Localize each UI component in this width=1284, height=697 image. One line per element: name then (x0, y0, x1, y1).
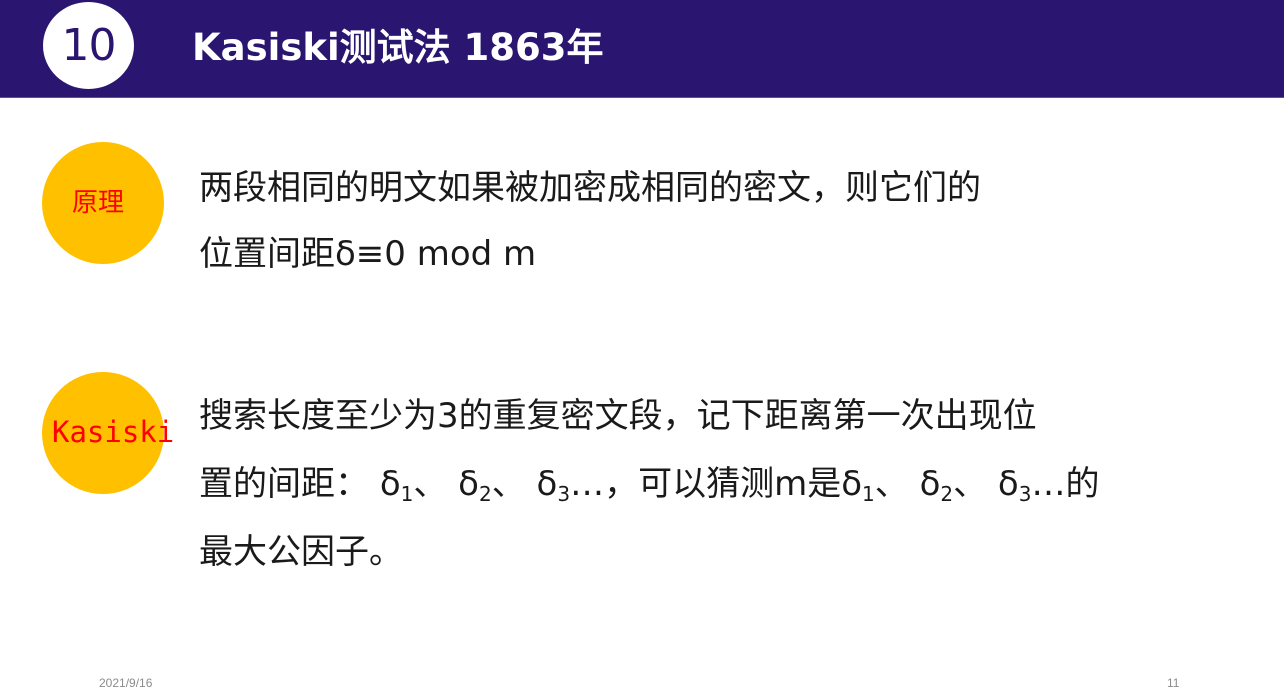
principle-text: 两段相同的明文如果被加密成相同的密文，则它们的 位置间距δ≡0 mod m (199, 155, 981, 287)
list-separator: 、 (874, 464, 909, 504)
delta-subscript-3: 3 (557, 482, 571, 506)
delta-symbol: δ (919, 464, 941, 504)
delta-subscript-3: 3 (1018, 482, 1032, 506)
delta-subscript-1: 1 (400, 482, 414, 506)
kasiski-line-2: 置的间距： δ1、 δ2、 δ3…，可以猜测m是δ1、 δ2、 δ3…的 (199, 450, 1099, 518)
kasiski-line-1: 搜索长度至少为3的重复密文段，记下距离第一次出现位 (199, 396, 1037, 436)
delta-symbol: δ (536, 464, 558, 504)
slide-number-badge: 10 (41, 0, 136, 91)
footer-page-number: 11 (1167, 676, 1180, 690)
delta-symbol: δ (841, 464, 863, 504)
principle-badge-label: 原理 (72, 188, 125, 218)
principle-line-1: 两段相同的明文如果被加密成相同的密文，则它们的 (199, 168, 981, 208)
delta-subscript-1: 1 (862, 482, 875, 506)
list-separator: 、 (953, 464, 988, 504)
kasiski-text: 搜索长度至少为3的重复密文段，记下距离第一次出现位 置的间距： δ1、 δ2、 … (199, 382, 1099, 586)
slide-title: Kasiski测试法 1863年 (192, 26, 604, 69)
kasiski-line-2-prefix: 置的间距： (199, 464, 369, 504)
delta-subscript-2: 2 (940, 482, 954, 506)
delta-subscript-2: 2 (478, 482, 492, 506)
delta-symbol: δ (997, 464, 1019, 504)
kasiski-badge-label: Kasiski (52, 415, 175, 449)
kasiski-line-2-suffix: …的 (1031, 464, 1100, 504)
header-bar: 10 Kasiski测试法 1863年 (0, 0, 1284, 98)
kasiski-line-3: 最大公因子。 (199, 532, 403, 572)
principle-line-2: 位置间距δ≡0 mod m (199, 234, 537, 274)
delta-symbol: δ (458, 464, 479, 504)
ellipsis: …， (570, 464, 639, 504)
delta-symbol: δ (379, 464, 401, 504)
kasiski-line-2-middle: 可以猜测m是 (638, 464, 842, 504)
list-separator: 、 (413, 464, 448, 504)
footer-date: 2021/9/16 (99, 676, 153, 690)
list-separator: 、 (491, 464, 526, 504)
